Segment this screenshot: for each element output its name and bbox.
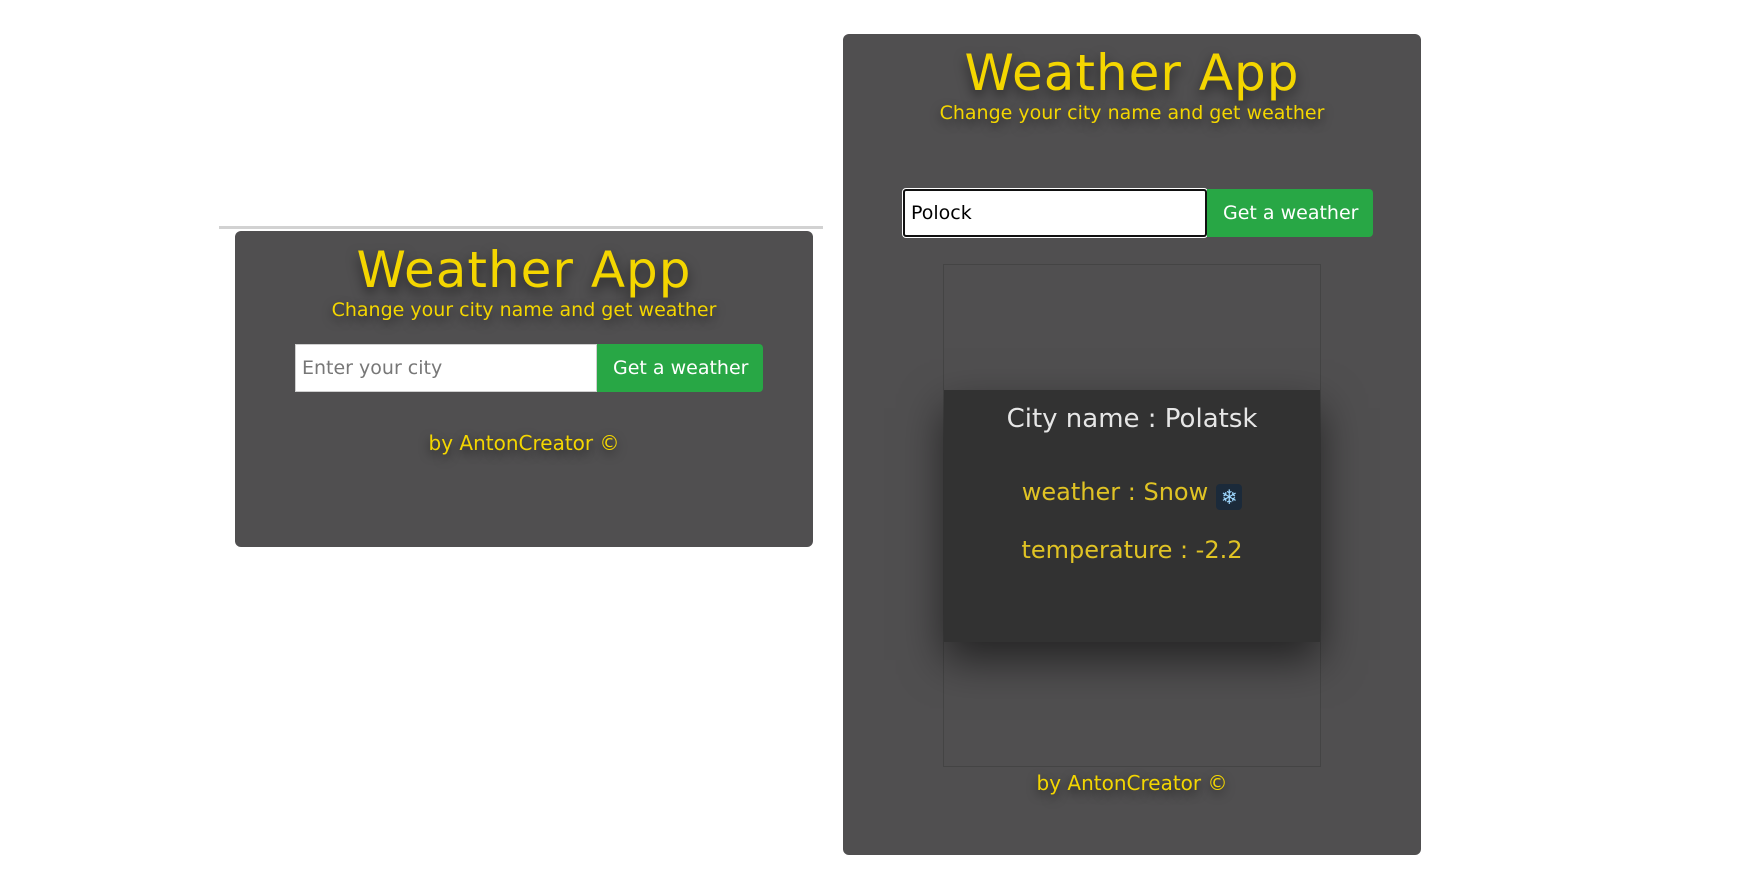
result-area: City name : Polatsk weather : Snow ❄ temp… — [943, 264, 1321, 767]
get-weather-button[interactable]: Get a weather — [597, 344, 763, 392]
search-row: Get a weather — [903, 189, 1373, 237]
result-temperature: temperature : -2.2 — [1021, 536, 1243, 564]
city-input[interactable] — [295, 344, 597, 392]
weather-result-card: City name : Polatsk weather : Snow ❄ temp… — [944, 390, 1320, 642]
top-divider-line — [219, 226, 823, 229]
result-weather-text: weather : Snow — [1021, 478, 1209, 506]
app-subtitle: Change your city name and get weather — [331, 299, 717, 321]
snowflake-icon: ❄ — [1216, 484, 1243, 510]
weather-app-card-empty: Weather App Change your city name and ge… — [235, 231, 813, 547]
city-input[interactable] — [903, 189, 1207, 237]
search-row: Get a weather — [295, 344, 763, 392]
footer-credit: by AntonCreator © — [1036, 771, 1228, 795]
app-subtitle: Change your city name and get weather — [939, 102, 1325, 124]
get-weather-button[interactable]: Get a weather — [1207, 189, 1373, 237]
result-weather-line: weather : Snow ❄ — [944, 478, 1320, 510]
app-title: Weather App — [356, 241, 692, 299]
footer-credit: by AntonCreator © — [428, 431, 620, 455]
app-title: Weather App — [964, 44, 1300, 102]
result-city-name: City name : Polatsk — [1006, 404, 1258, 434]
weather-app-card-result: Weather App Change your city name and ge… — [843, 34, 1421, 855]
